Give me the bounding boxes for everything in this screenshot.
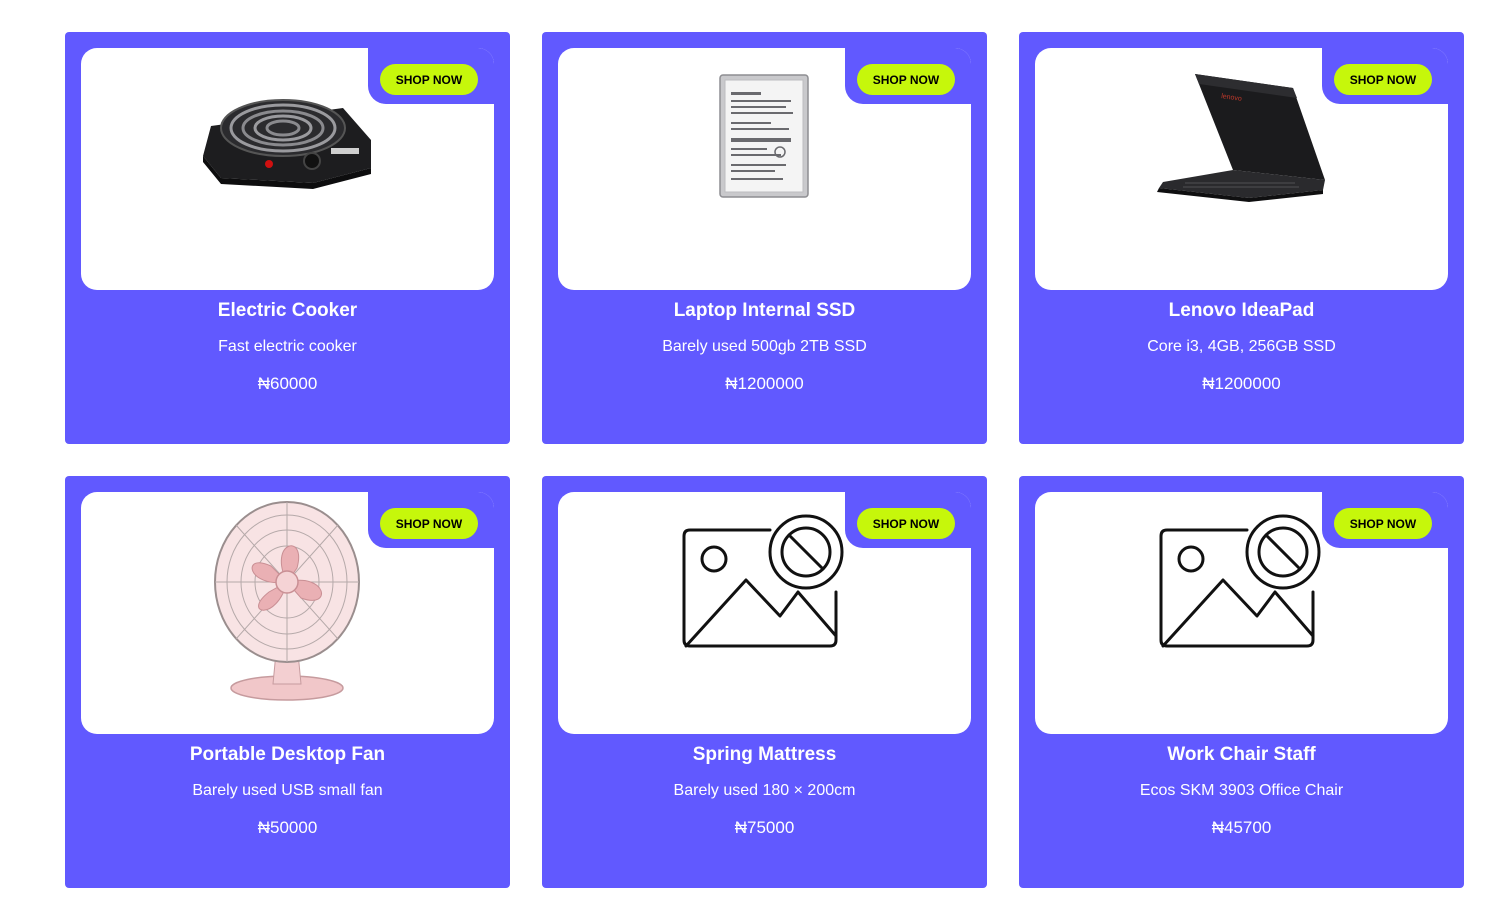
product-card[interactable]: SHOP NOW Spring Mattress Barely used 180…	[542, 476, 987, 888]
product-description: Fast electric cooker	[218, 338, 357, 355]
product-image-box: SHOP NOW	[558, 48, 971, 290]
product-price: ₦1200000	[725, 374, 804, 393]
product-card[interactable]: SHOP NOW Electric Cooker Fast electric c…	[65, 32, 510, 444]
product-title: Portable Desktop Fan	[189, 744, 386, 765]
product-price: ₦50000	[257, 818, 318, 837]
shop-now-button[interactable]: SHOP NOW	[1334, 508, 1432, 539]
product-image-box: SHOP NOW	[1035, 492, 1448, 734]
product-price: ₦75000	[734, 818, 795, 837]
product-price: ₦1200000	[1202, 374, 1281, 393]
product-description: Ecos SKM 3903 Office Chair	[1139, 782, 1344, 799]
shop-now-button[interactable]: SHOP NOW	[857, 64, 955, 95]
product-image-box: SHOP NOW	[81, 48, 494, 290]
product-card[interactable]: SHOP NOW Portable Desktop Fan Barely use…	[65, 476, 510, 888]
product-title: Laptop Internal SSD	[673, 300, 856, 321]
product-title: Work Chair Staff	[1167, 744, 1316, 765]
product-card[interactable]: lenovo SHOP NOW Lenovo IdeaPad Core i3, …	[1019, 32, 1464, 444]
product-description: Barely used 500gb 2TB SSD	[662, 338, 867, 355]
product-card[interactable]: SHOP NOW Work Chair Staff Ecos SKM 3903 …	[1019, 476, 1464, 888]
product-description: Barely used 180 × 200cm	[673, 782, 856, 799]
product-price: ₦60000	[257, 374, 318, 393]
product-title: Lenovo IdeaPad	[1168, 300, 1315, 321]
shop-now-button[interactable]: SHOP NOW	[1334, 64, 1432, 95]
product-description: Barely used USB small fan	[192, 782, 383, 799]
shop-now-button[interactable]: SHOP NOW	[380, 508, 478, 539]
product-image-box: lenovo SHOP NOW	[1035, 48, 1448, 290]
product-card[interactable]: SHOP NOW Laptop Internal SSD Barely used…	[542, 32, 987, 444]
product-description: Core i3, 4GB, 256GB SSD	[1147, 338, 1336, 355]
product-title: Electric Cooker	[217, 300, 358, 321]
shop-now-button[interactable]: SHOP NOW	[380, 64, 478, 95]
product-price: ₦45700	[1211, 818, 1272, 837]
product-grid: SHOP NOW Electric Cooker Fast electric c…	[65, 32, 1464, 889]
product-image-box: SHOP NOW	[81, 492, 494, 734]
product-image-box: SHOP NOW	[558, 492, 971, 734]
shop-now-button[interactable]: SHOP NOW	[857, 508, 955, 539]
product-title: Spring Mattress	[692, 744, 837, 765]
